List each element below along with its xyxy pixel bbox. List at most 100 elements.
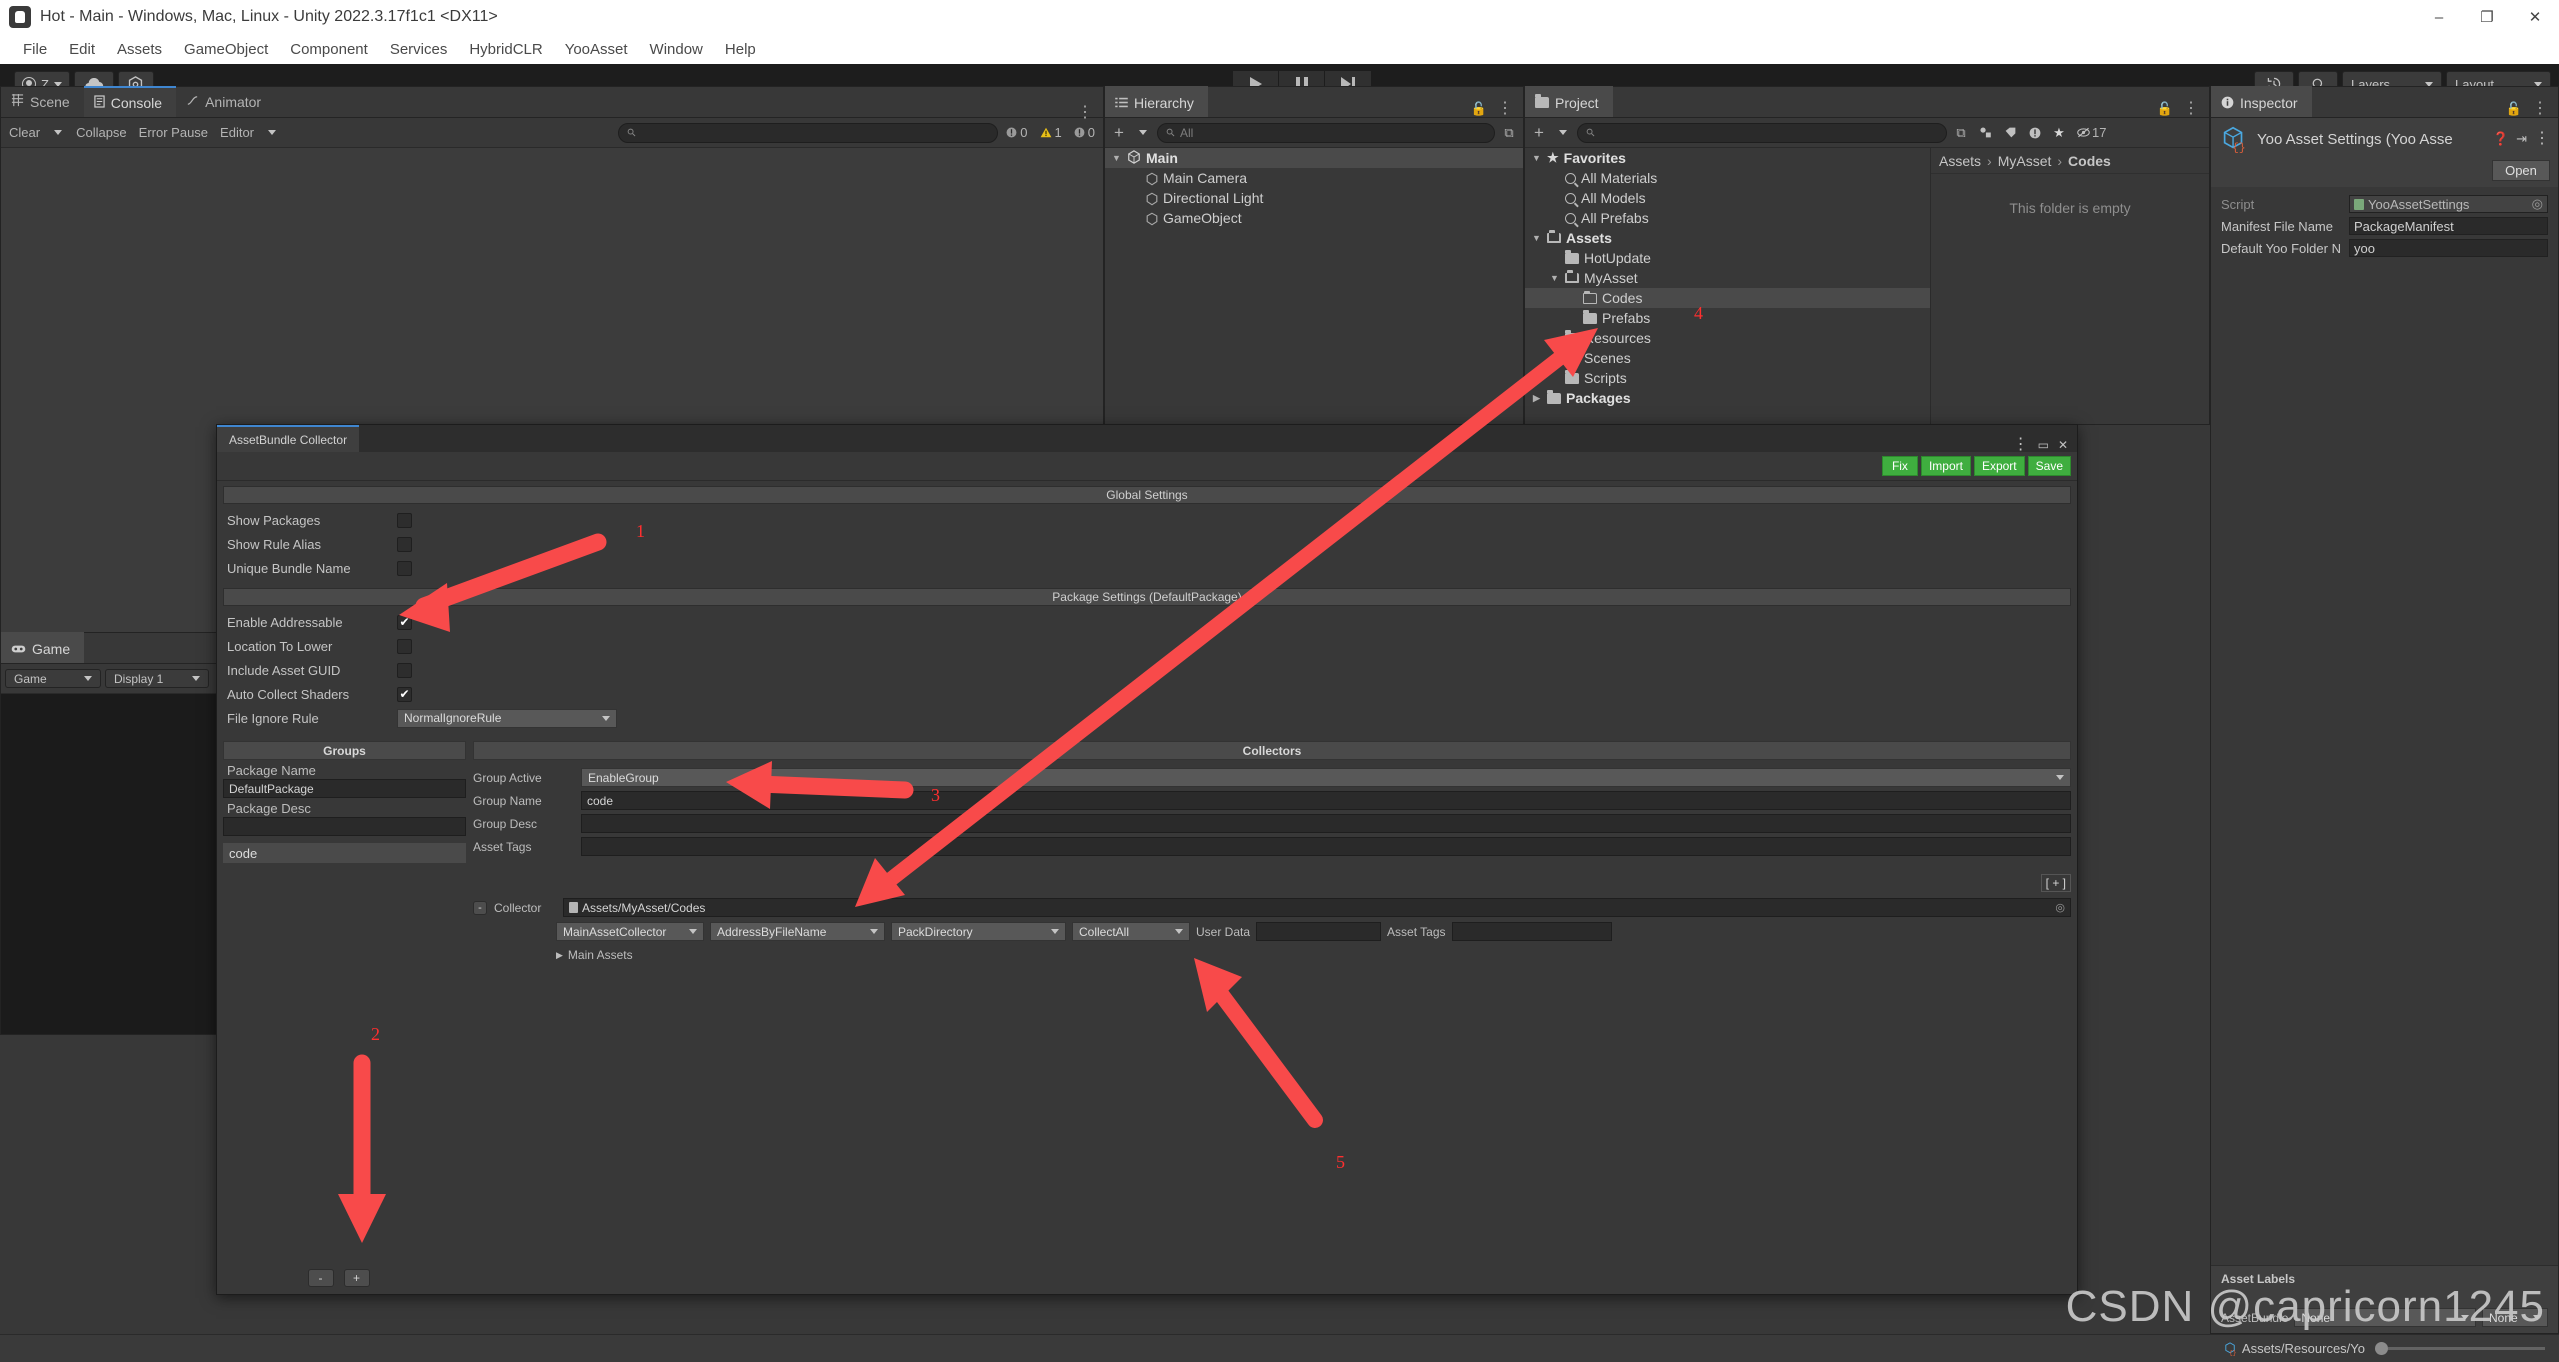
chevron-right-icon[interactable]: ▶ (1531, 393, 1542, 404)
inspector-field-value[interactable]: PackageManifest (2349, 217, 2548, 235)
project-item-row[interactable]: ▼ Assets (1525, 228, 1930, 248)
clear-button[interactable]: Clear (5, 123, 44, 143)
chevron-down-icon[interactable]: ▼ (1549, 273, 1560, 283)
game-aspect-dropdown[interactable]: Game (5, 669, 101, 688)
checkbox-include-asset-guid[interactable] (397, 662, 412, 678)
menu-item-edit[interactable]: Edit (58, 38, 106, 61)
hierarchy-tree[interactable]: ▼ Main Main Camera Directional Light GameObj… (1105, 148, 1523, 424)
preset-icon[interactable]: ⇥ (2516, 131, 2527, 147)
breadcrumb-item[interactable]: MyAsset (1998, 153, 2052, 169)
chevron-down-icon[interactable]: ▼ (1531, 153, 1542, 163)
editor-dropdown[interactable]: Editor (216, 123, 258, 143)
inspector-field-value[interactable]: yoo (2349, 239, 2548, 257)
kebab-icon[interactable]: ⋮ (2532, 101, 2548, 117)
remove-group-button[interactable]: - (307, 1269, 334, 1287)
checkbox-show-rule-alias[interactable] (397, 536, 412, 552)
package-desc-input[interactable] (223, 817, 466, 836)
main-assets-foldout[interactable]: ▶ Main Assets (473, 948, 2071, 962)
menu-item-component[interactable]: Component (279, 38, 379, 61)
hierarchy-item-row[interactable]: ▼ Main (1105, 148, 1523, 168)
export-button[interactable]: Export (1973, 456, 2025, 476)
close-icon[interactable]: ✕ (2058, 438, 2068, 452)
maximize-button[interactable]: ❐ (2463, 0, 2511, 34)
tab-game[interactable]: Game (1, 632, 85, 663)
filter-by-type-icon[interactable] (1975, 123, 1996, 143)
kebab-icon[interactable]: ⋮ (1497, 101, 1513, 117)
maximize-icon[interactable]: ▭ (2038, 438, 2049, 452)
collapse-collector-button[interactable]: - (473, 900, 487, 915)
create-object-dropdown[interactable] (1133, 123, 1153, 143)
checkbox-auto-collect-shaders[interactable]: ✔ (397, 686, 412, 702)
address-rule-dropdown[interactable]: AddressByFileName (710, 922, 885, 941)
group-list-item[interactable]: code (223, 843, 466, 863)
menu-item-help[interactable]: Help (714, 38, 767, 61)
inspector-field-value[interactable]: YooAssetSettings ◎ (2349, 195, 2548, 213)
menu-item-services[interactable]: Services (379, 38, 459, 61)
project-item-row[interactable]: All Prefabs (1525, 208, 1930, 228)
checkbox-unique-bundle-name[interactable] (397, 560, 412, 576)
collector-path-field[interactable]: Assets/MyAsset/Codes ◎ (563, 898, 2071, 917)
console-search-input[interactable] (618, 122, 999, 143)
log-count[interactable]: 0 (1002, 123, 1031, 143)
tab-animator[interactable]: Animator (176, 86, 275, 117)
clear-dropdown[interactable] (48, 123, 68, 143)
error-pause-toggle[interactable]: Error Pause (135, 123, 212, 143)
project-item-row[interactable]: All Materials (1525, 168, 1930, 188)
project-item-row[interactable]: ▼ MyAsset (1525, 268, 1930, 288)
warning-count[interactable]: 1 (1036, 123, 1066, 143)
save-button[interactable]: Save (2027, 456, 2071, 476)
game-display-dropdown[interactable]: Display 1 (105, 669, 209, 688)
group-active-dropdown[interactable]: EnableGroup (581, 768, 2071, 787)
filter-error-icon[interactable] (2025, 123, 2045, 143)
lock-icon[interactable]: 🔓 (2506, 101, 2522, 117)
project-search-input[interactable] (1577, 122, 1947, 143)
tab-inspector[interactable]: Inspector (2211, 86, 2312, 117)
editor-dropdown-arrow[interactable] (262, 123, 282, 143)
group-name-input[interactable]: code (581, 791, 2071, 810)
kebab-icon[interactable]: ⋮ (2013, 437, 2029, 453)
minimize-button[interactable]: – (2415, 0, 2463, 34)
project-item-row[interactable]: HotUpdate (1525, 248, 1930, 268)
chevron-down-icon[interactable]: ▼ (1531, 233, 1542, 243)
project-tree[interactable]: ▼ ★ Favorites All Materials All Models All Pr… (1525, 148, 1931, 424)
tab-scene[interactable]: Scene (1, 86, 84, 117)
pack-rule-dropdown[interactable]: PackDirectory (891, 922, 1066, 941)
group-asset-tags-input[interactable] (581, 837, 2071, 856)
hierarchy-item-row[interactable]: Directional Light (1105, 188, 1523, 208)
group-desc-input[interactable] (581, 814, 2071, 833)
fix-button[interactable]: Fix (1881, 456, 1918, 476)
hidden-assets-count[interactable]: 17 (2073, 123, 2110, 143)
menu-item-yooasset[interactable]: YooAsset (554, 38, 639, 61)
project-content-area[interactable]: Assets › MyAsset › Codes This folder is empt… (1931, 148, 2209, 424)
file-ignore-rule-dropdown[interactable]: NormalIgnoreRule (397, 708, 617, 728)
kebab-icon[interactable]: ⋮ (1077, 105, 1093, 121)
error-count[interactable]: 0 (1070, 123, 1099, 143)
favorites-filter-icon[interactable]: ★ (2049, 123, 2069, 143)
menu-item-window[interactable]: Window (639, 38, 714, 61)
help-icon[interactable]: ❓ (2493, 131, 2509, 147)
tab-project[interactable]: Project (1525, 86, 1613, 117)
hierarchy-item-row[interactable]: Main Camera (1105, 168, 1523, 188)
tab-hierarchy[interactable]: Hierarchy (1105, 86, 1208, 117)
chevron-down-icon[interactable]: ▼ (1111, 153, 1122, 163)
checkbox-enable-addressable[interactable]: ✔ (397, 614, 412, 630)
lock-icon[interactable]: 🔓 (1471, 101, 1487, 117)
kebab-icon[interactable]: ⋮ (2183, 101, 2199, 117)
hierarchy-item-row[interactable]: GameObject (1105, 208, 1523, 228)
project-item-row[interactable]: ▼ ★ Favorites (1525, 148, 1930, 168)
project-item-row[interactable]: Scripts (1525, 368, 1930, 388)
tab-assetbundle-collector[interactable]: AssetBundle Collector (217, 425, 360, 452)
project-item-row[interactable]: ▶ Packages (1525, 388, 1930, 408)
collapse-toggle[interactable]: Collapse (72, 123, 131, 143)
project-search-expand-button[interactable]: ⧉ (1951, 123, 1971, 143)
add-group-button[interactable]: + (343, 1269, 370, 1287)
menu-item-hybridclr[interactable]: HybridCLR (458, 38, 553, 61)
create-asset-button[interactable]: + (1529, 123, 1549, 143)
add-collector-button[interactable]: [ + ] (2040, 874, 2071, 892)
hierarchy-search-input[interactable]: All (1157, 122, 1495, 143)
status-progress[interactable] (2375, 1342, 2545, 1355)
project-item-row[interactable]: Prefabs (1525, 308, 1930, 328)
lock-icon[interactable]: 🔓 (2157, 101, 2173, 117)
checkbox-show-packages[interactable] (397, 512, 412, 528)
collector-type-dropdown[interactable]: MainAssetCollector (556, 922, 704, 941)
